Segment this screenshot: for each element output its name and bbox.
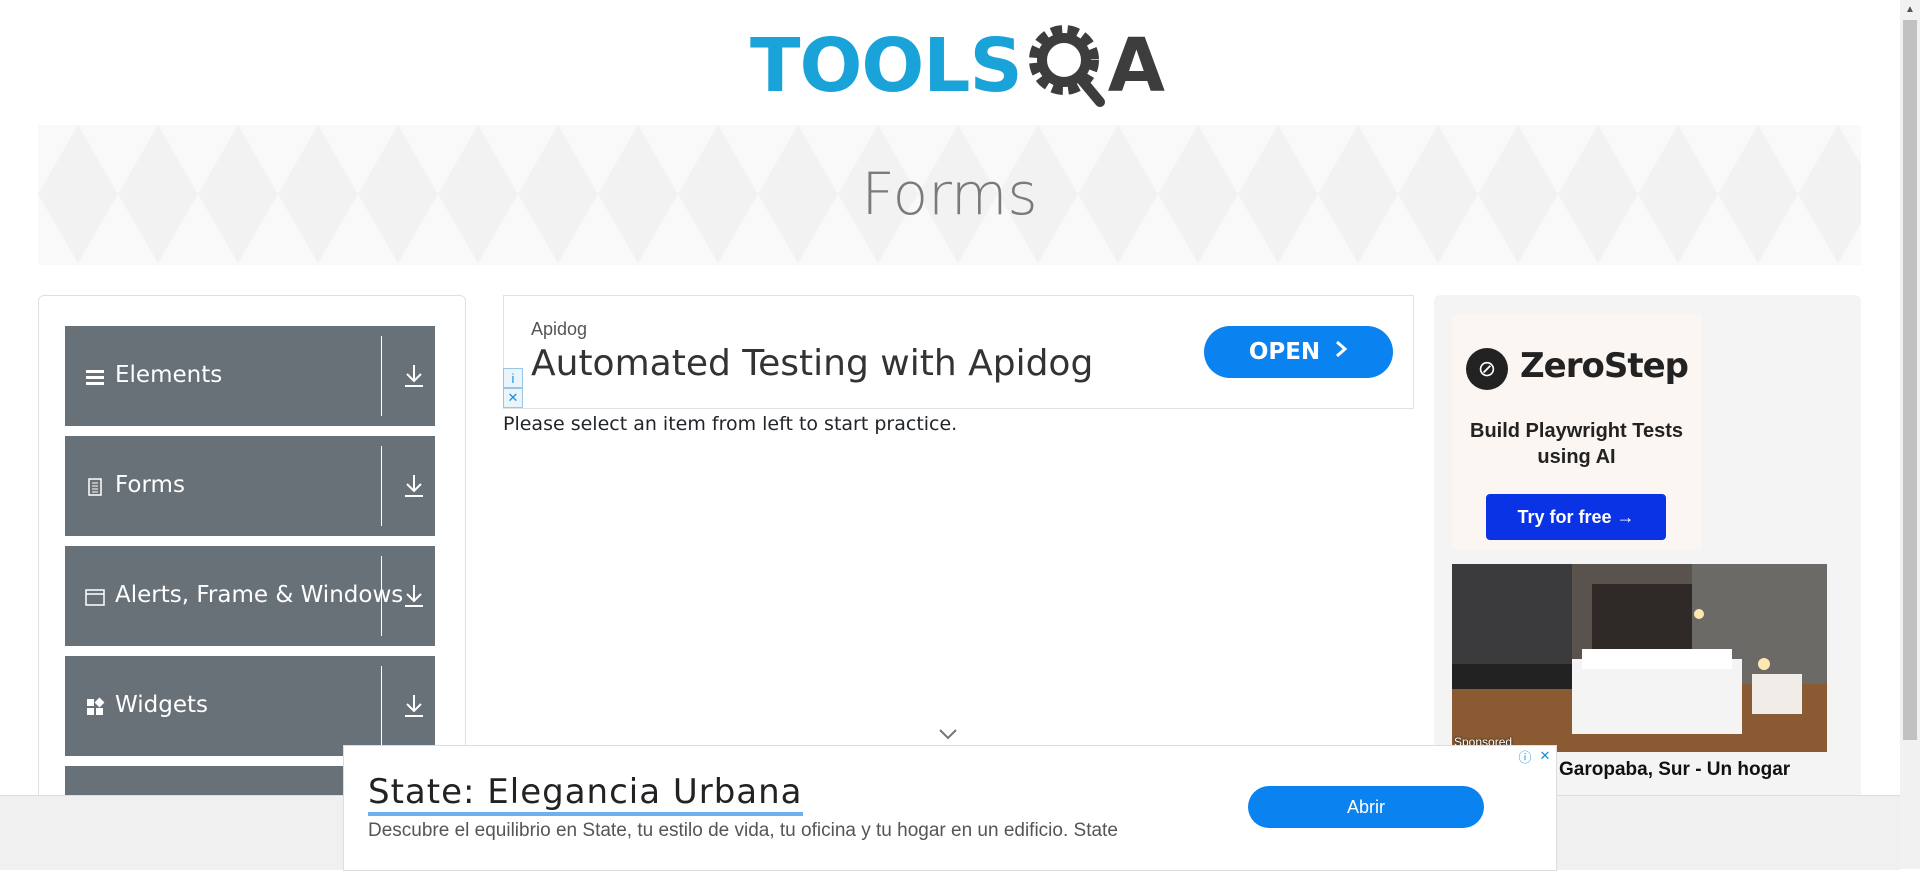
ad-close-icon[interactable]: ✕ bbox=[1536, 747, 1554, 765]
download-arrow-icon[interactable] bbox=[402, 362, 426, 390]
hotel-room-image[interactable] bbox=[1452, 564, 1827, 752]
ad-open-label: OPEN bbox=[1248, 339, 1321, 365]
practice-message: Please select an item from left to start… bbox=[503, 413, 958, 435]
zerostep-brand: ZeroStep bbox=[1520, 346, 1689, 386]
download-arrow-icon[interactable] bbox=[402, 692, 426, 720]
state-ad-description: Descubre el equilibrio en State, tu esti… bbox=[368, 820, 1118, 841]
grid-icon bbox=[85, 697, 105, 717]
divider bbox=[381, 446, 382, 526]
sidebar-group-forms[interactable]: Forms bbox=[65, 436, 435, 536]
ad-open-button[interactable]: OPEN bbox=[1204, 326, 1393, 378]
hamburger-icon bbox=[85, 367, 105, 387]
download-arrow-icon[interactable] bbox=[402, 472, 426, 500]
page-title: Forms bbox=[861, 160, 1038, 228]
divider bbox=[381, 666, 382, 746]
ad-brand: Apidog bbox=[531, 319, 588, 339]
zerostep-logo-icon: ⊘ bbox=[1466, 348, 1508, 390]
chevron-right-icon bbox=[1334, 339, 1348, 365]
hotel-ad-text[interactable]: Garopaba, Sur - Un hogar bbox=[1559, 759, 1790, 781]
zerostep-ad[interactable]: ⊘ ZeroStep Build Playwright Tests using … bbox=[1452, 314, 1701, 550]
divider bbox=[381, 336, 382, 416]
document-icon bbox=[85, 477, 105, 497]
download-arrow-icon[interactable] bbox=[402, 582, 426, 610]
ad-info-icon[interactable]: i bbox=[503, 368, 523, 388]
sidebar-group-widgets[interactable]: Widgets bbox=[65, 656, 435, 756]
apidog-ad[interactable]: Apidog Automated Testing with Apidog OPE… bbox=[503, 295, 1414, 409]
sidebar-group-label: Widgets bbox=[115, 692, 208, 718]
sidebar-group-elements[interactable]: Elements bbox=[65, 326, 435, 426]
zerostep-tagline: Build Playwright Tests using AI bbox=[1470, 420, 1683, 468]
sidebar-group-alerts-frame-windows[interactable]: Alerts, Frame & Windows bbox=[65, 546, 435, 646]
toolsqa-logo[interactable]: TOOLS A bbox=[750, 18, 1165, 113]
chevron-down-icon[interactable] bbox=[938, 724, 958, 745]
divider bbox=[381, 556, 382, 636]
logo-qa-text: A bbox=[1107, 22, 1165, 109]
scrollbar-thumb[interactable] bbox=[1903, 20, 1917, 740]
state-ad[interactable]: State: Elegancia Urbana Descubre el equi… bbox=[343, 745, 1557, 871]
logo-tools-text: TOOLS bbox=[750, 22, 1023, 109]
gear-magnifier-icon bbox=[1028, 24, 1105, 107]
sidebar-group-label: Elements bbox=[115, 362, 223, 388]
ad-headline[interactable]: Automated Testing with Apidog bbox=[531, 343, 1093, 384]
page-scrollbar[interactable]: ▲ bbox=[1900, 0, 1920, 869]
ad-info-icon[interactable]: ⓘ bbox=[1516, 747, 1534, 765]
try-for-free-button[interactable]: Try for free → bbox=[1486, 494, 1666, 540]
abrir-button[interactable]: Abrir bbox=[1248, 786, 1484, 828]
page-banner: Forms bbox=[38, 125, 1861, 265]
scroll-up-icon[interactable]: ▲ bbox=[1905, 4, 1915, 15]
sidebar-group-label: Alerts, Frame & Windows bbox=[115, 582, 404, 608]
state-ad-title[interactable]: State: Elegancia Urbana bbox=[368, 772, 803, 816]
sidebar-group-label: Forms bbox=[115, 472, 185, 498]
ad-close-icon[interactable]: ✕ bbox=[503, 388, 523, 408]
window-icon bbox=[85, 587, 105, 607]
